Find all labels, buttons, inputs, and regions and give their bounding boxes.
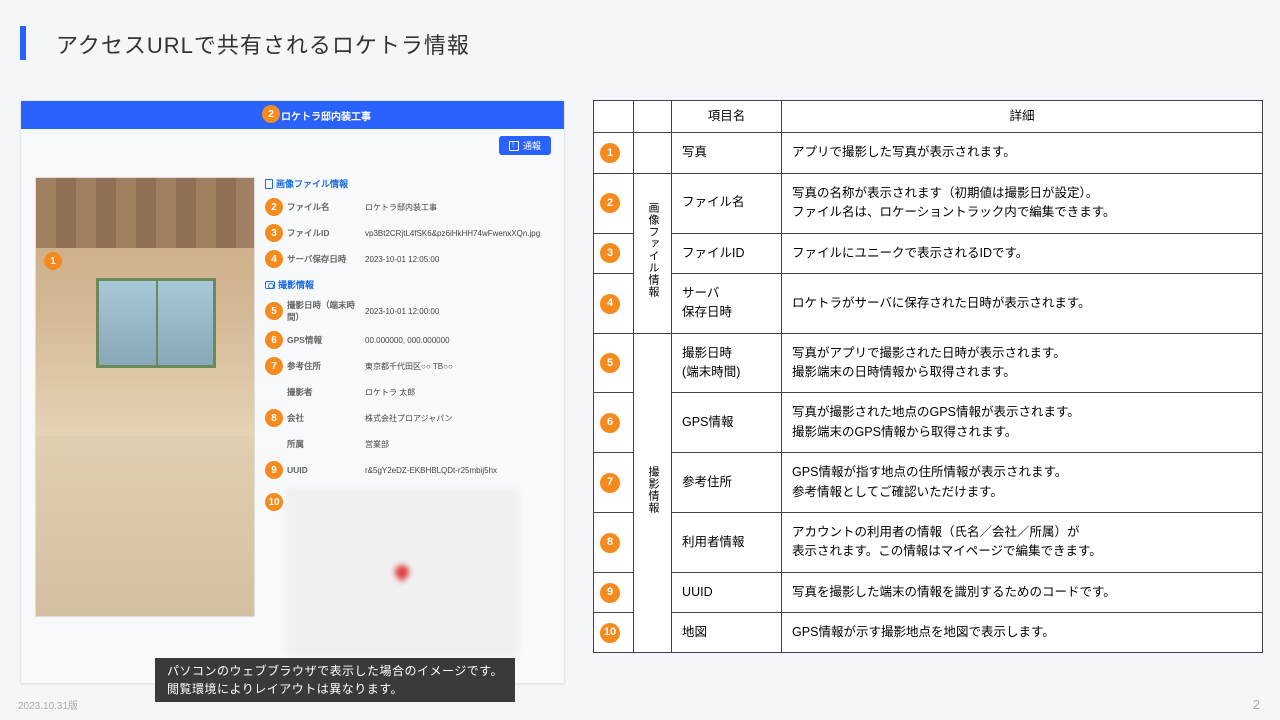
content-row: ロケトラ邸内装工事 通報 2 1 画像ファイル情報 bbox=[20, 100, 1263, 684]
title-bar: アクセスURLで共有されるロケトラ情報 bbox=[56, 28, 1280, 60]
description-table: 項目名 詳細 1 写真 アプリで撮影した写真が表示されます。 2 画像ファイル情… bbox=[593, 100, 1263, 653]
preview-body: 画像ファイル情報 2ファイル名ロケトラ邸内装工事 3ファイルIDvp3Bt2CR… bbox=[21, 163, 564, 683]
image-info-section-title: 画像ファイル情報 bbox=[265, 177, 550, 190]
header-item: 項目名 bbox=[672, 101, 782, 133]
caption-bar: パソコンのウェブブラウザで表示した場合のイメージです。閲覧環境によりレイアウトは… bbox=[155, 658, 515, 702]
table-row: 3 ファイルID ファイルにユニークで表示されるIDです。 bbox=[594, 233, 1263, 273]
map-preview bbox=[287, 489, 517, 654]
alert-icon bbox=[509, 141, 519, 151]
callout-badge-1: 1 bbox=[44, 252, 62, 270]
slide-title: アクセスURLで共有されるロケトラ情報 bbox=[56, 28, 470, 60]
callout-badge-8: 8 bbox=[265, 409, 283, 427]
shoot-info-section-title: 撮影情報 bbox=[265, 278, 550, 291]
photo-window-detail bbox=[96, 278, 216, 368]
table-row: 1 写真 アプリで撮影した写真が表示されます。 bbox=[594, 133, 1263, 173]
table-header-row: 項目名 詳細 bbox=[594, 101, 1263, 133]
callout-badge-7: 7 bbox=[265, 357, 283, 375]
preview-column: ロケトラ邸内装工事 通報 2 1 画像ファイル情報 bbox=[20, 100, 565, 684]
photo-floor-detail bbox=[36, 436, 254, 616]
preview-card: ロケトラ邸内装工事 通報 2 1 画像ファイル情報 bbox=[20, 100, 565, 684]
footer-page-num: 2 bbox=[1253, 697, 1260, 712]
callout-badge-3: 3 bbox=[265, 224, 283, 242]
title-accent-bar bbox=[20, 26, 26, 60]
table-row: 5 撮影情報 撮影日時(端末時間) 写真がアプリで撮影された日時が表示されます。… bbox=[594, 333, 1263, 393]
callout-badge-2: 2 bbox=[265, 198, 283, 216]
table-row: 10 地図 GPS情報が示す撮影地点を地図で表示します。 bbox=[594, 613, 1263, 653]
footer-version: 2023.10.31版 bbox=[18, 697, 78, 712]
table-row: 9 UUID 写真を撮影した端末の情報を識別するためのコードです。 bbox=[594, 572, 1263, 612]
row-badge: 1 bbox=[600, 143, 620, 163]
slide-page: アクセスURLで共有されるロケトラ情報 ロケトラ邸内装工事 通報 2 1 bbox=[0, 0, 1280, 720]
callout-badge-9: 9 bbox=[265, 461, 283, 479]
camera-icon bbox=[265, 281, 275, 289]
callout-badge-5: 5 bbox=[265, 302, 283, 320]
header-detail: 詳細 bbox=[782, 101, 1263, 133]
notify-label: 通報 bbox=[523, 139, 541, 152]
callout-badge-4: 4 bbox=[265, 250, 283, 268]
file-icon bbox=[265, 179, 273, 189]
table-row: 2 画像ファイル情報 ファイル名 写真の名称が表示されます（初期値は撮影日が設定… bbox=[594, 173, 1263, 233]
cat-shoot-info: 撮影情報 bbox=[634, 333, 672, 653]
cat-image-info: 画像ファイル情報 bbox=[634, 173, 672, 333]
table-row: 8 利用者情報 アカウントの利用者の情報（氏名／会社／所属）が表示されます。この… bbox=[594, 512, 1263, 572]
table-row: 6 GPS情報 写真が撮影された地点のGPS情報が表示されます。撮影端末のGPS… bbox=[594, 393, 1263, 453]
notify-button[interactable]: 通報 bbox=[499, 136, 551, 155]
preview-header-title: ロケトラ邸内装工事 bbox=[281, 108, 371, 123]
callout-badge-6: 6 bbox=[265, 331, 283, 349]
description-table-column: 項目名 詳細 1 写真 アプリで撮影した写真が表示されます。 2 画像ファイル情… bbox=[593, 100, 1263, 684]
table-row: 7 参考住所 GPS情報が指す地点の住所情報が表示されます。参考情報としてご確認… bbox=[594, 453, 1263, 513]
photo-preview bbox=[35, 177, 255, 617]
metadata-column: 画像ファイル情報 2ファイル名ロケトラ邸内装工事 3ファイルIDvp3Bt2CR… bbox=[265, 177, 550, 669]
preview-header: ロケトラ邸内装工事 bbox=[21, 101, 564, 129]
callout-badge-10: 10 bbox=[265, 493, 283, 511]
table-row: 4 サーバ保存日時 ロケトラがサーバに保存された日時が表示されます。 bbox=[594, 273, 1263, 333]
callout-badge-2-header: 2 bbox=[262, 105, 280, 123]
